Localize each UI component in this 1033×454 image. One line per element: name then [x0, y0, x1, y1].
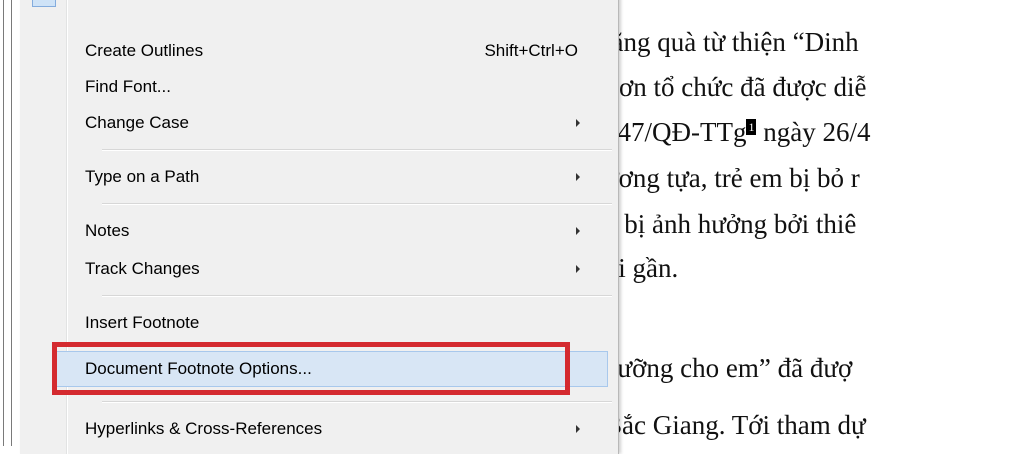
menu-item-label: Create Outlines [85, 41, 204, 60]
window-edge-inner [11, 0, 12, 446]
menu-item-label: Document Footnote Options... [85, 359, 312, 378]
menu-item-label: Hyperlinks & Cross-References [85, 419, 323, 438]
menu-item-document-footnote-options[interactable]: Document Footnote Options... [54, 351, 608, 387]
menu-item-label: Change Case [85, 113, 189, 132]
submenu-arrow-icon [576, 119, 580, 127]
menu-separator [102, 203, 612, 205]
menu-item-find-font[interactable]: Find Font... [54, 69, 608, 105]
menu-item-icon [32, 0, 56, 7]
submenu-arrow-icon [576, 227, 580, 235]
context-menu: Create Outlines Shift+Ctrl+O Find Font..… [20, 0, 619, 454]
menu-item-change-case[interactable]: Change Case [54, 105, 608, 141]
doc-line-3: 547/QĐ-TTg 1 ngày 26/4 [604, 117, 870, 147]
doc-line-5: n bị ảnh hưởng bởi thiê [604, 209, 857, 239]
menu-separator [102, 295, 612, 297]
menu-item-label: Type on a Path [85, 167, 200, 186]
menu-item-insert-footnote[interactable]: Insert Footnote [54, 305, 608, 341]
doc-line-3-suffix: ngày 26/4 [763, 117, 871, 147]
doc-line-2: Sơn tổ chức đã được diễ [604, 72, 867, 102]
footnote-reference: 1 [746, 119, 757, 135]
menu-item-label: Notes [85, 221, 130, 240]
menu-item-type-on-a-path[interactable]: Type on a Path [54, 159, 608, 195]
menu-separator [102, 149, 612, 151]
menu-item-create-outlines[interactable]: Create Outlines Shift+Ctrl+O [54, 33, 608, 69]
menu-item-track-changes[interactable]: Track Changes [54, 251, 608, 287]
submenu-arrow-icon [576, 173, 580, 181]
doc-line-8: Bắc Giang. Tới tham dự [604, 410, 866, 440]
doc-line-3-text: 547/QĐ-TTg [604, 117, 747, 147]
menu-item-notes[interactable]: Notes [54, 213, 608, 249]
menu-item-label: Track Changes [85, 259, 200, 278]
doc-line-1: tặng quà từ thiện “Dinh [604, 27, 859, 57]
menu-item-label: Insert Footnote [85, 313, 200, 332]
menu-separator [102, 401, 612, 403]
menu-item-shortcut: Shift+Ctrl+O [484, 41, 578, 60]
submenu-arrow-icon [576, 425, 580, 433]
window-edge [3, 0, 4, 446]
submenu-arrow-icon [576, 265, 580, 273]
menu-item-label: Find Font... [85, 77, 171, 96]
doc-line-4: ương tựa, trẻ em bị bỏ r [604, 163, 860, 193]
menu-item-hyperlinks-cross-references[interactable]: Hyperlinks & Cross-References [54, 411, 608, 447]
doc-line-7: dưỡng cho em” đã đượ [604, 353, 853, 383]
